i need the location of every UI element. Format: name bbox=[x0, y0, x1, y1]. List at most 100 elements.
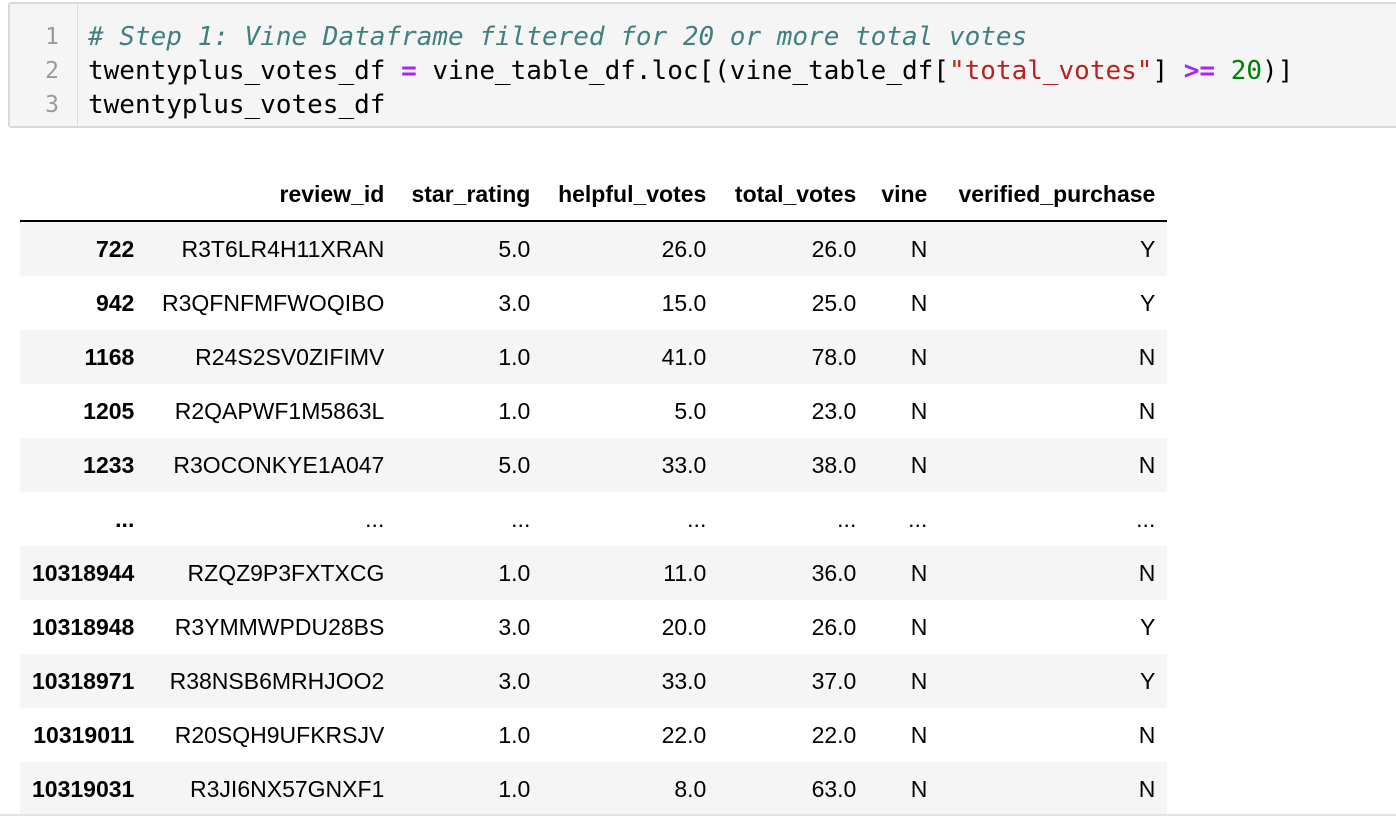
cell-star-rating: 3.0 bbox=[498, 667, 531, 694]
cell-star-rating: 1.0 bbox=[498, 721, 531, 748]
cell-star-rating: 1.0 bbox=[498, 397, 531, 424]
cell-star-rating: 1.0 bbox=[498, 343, 531, 370]
cell-verified-purchase: N bbox=[1138, 559, 1156, 586]
cell-helpful-votes: 33.0 bbox=[661, 451, 707, 478]
cell-review-id: R20SQH9UFKRSJV bbox=[174, 721, 385, 748]
cell-star-rating: 1.0 bbox=[498, 559, 531, 586]
cell-total-votes: ... bbox=[837, 505, 857, 532]
column-header-total-votes: total_votes bbox=[718, 168, 869, 222]
cell-star-rating: 5.0 bbox=[498, 451, 531, 478]
line-number-gutter: 1 2 3 bbox=[10, 4, 78, 126]
table-row: 10319031 R3JI6NX57GNXF1 1.0 8.0 63.0 N N bbox=[20, 762, 1168, 816]
cell-star-rating: 3.0 bbox=[498, 613, 531, 640]
cell-verified-purchase: N bbox=[1138, 721, 1156, 748]
table-row: 1233 R3OCONKYE1A047 5.0 33.0 38.0 N N bbox=[20, 438, 1168, 492]
cell-verified-purchase: N bbox=[1138, 343, 1156, 370]
cell-helpful-votes: 8.0 bbox=[674, 775, 707, 802]
cell-verified-purchase: N bbox=[1138, 775, 1156, 802]
row-index: 1233 bbox=[83, 451, 135, 478]
code-line-2[interactable]: twentyplus_votes_df = vine_table_df.loc[… bbox=[88, 54, 1293, 88]
cell-review-id: R3QFNFMFWOQIBO bbox=[162, 289, 385, 316]
cell-vine: N bbox=[910, 235, 928, 262]
cell-vine: N bbox=[910, 343, 928, 370]
cell-vine: N bbox=[910, 775, 928, 802]
cell-star-rating: ... bbox=[511, 505, 531, 532]
table-row: 10318971 R38NSB6MRHJOO2 3.0 33.0 37.0 N Y bbox=[20, 654, 1168, 708]
code-editor[interactable]: # Step 1: Vine Dataframe filtered for 20… bbox=[78, 4, 1293, 126]
cell-review-id: R3JI6NX57GNXF1 bbox=[190, 775, 385, 802]
row-index: 10318948 bbox=[32, 613, 135, 640]
cell-review-id: R3T6LR4H11XRAN bbox=[181, 235, 385, 262]
cell-total-votes: 26.0 bbox=[811, 235, 857, 262]
cell-helpful-votes: 41.0 bbox=[661, 343, 707, 370]
line-number: 1 bbox=[45, 24, 59, 50]
column-header-vine: vine bbox=[868, 168, 940, 222]
cell-helpful-votes: 11.0 bbox=[663, 559, 707, 586]
row-index: ... bbox=[115, 505, 135, 532]
cell-total-votes: 23.0 bbox=[811, 397, 857, 424]
cell-star-rating: 3.0 bbox=[498, 289, 531, 316]
cell-total-votes: 36.0 bbox=[811, 559, 857, 586]
cell-vine: N bbox=[910, 559, 928, 586]
cell-verified-purchase: ... bbox=[1136, 505, 1156, 532]
cell-vine: N bbox=[910, 397, 928, 424]
table-row: 942 R3QFNFMFWOQIBO 3.0 15.0 25.0 N Y bbox=[20, 276, 1168, 330]
cell-verified-purchase: N bbox=[1138, 451, 1156, 478]
table-header-row: review_id star_rating helpful_votes tota… bbox=[20, 168, 1168, 222]
cell-verified-purchase: Y bbox=[1140, 667, 1156, 694]
column-header-helpful-votes: helpful_votes bbox=[542, 168, 719, 222]
row-index: 722 bbox=[95, 235, 135, 262]
cell-total-votes: 78.0 bbox=[811, 343, 857, 370]
code-expression: ] bbox=[1152, 56, 1184, 86]
code-variable: twentyplus_votes_df bbox=[88, 56, 402, 86]
code-compare-operator: >= bbox=[1183, 56, 1216, 86]
line-number: 3 bbox=[45, 92, 59, 118]
table-row: 722 R3T6LR4H11XRAN 5.0 26.0 26.0 N Y bbox=[20, 221, 1168, 276]
cell-star-rating: 5.0 bbox=[498, 235, 531, 262]
cell-helpful-votes: 5.0 bbox=[674, 397, 707, 424]
cell-review-id: RZQZ9P3FXTXCG bbox=[187, 559, 385, 586]
cell-verified-purchase: Y bbox=[1140, 613, 1156, 640]
dataframe-output: review_id star_rating helpful_votes tota… bbox=[20, 168, 1168, 816]
cell-helpful-votes: 33.0 bbox=[661, 667, 707, 694]
cell-total-votes: 37.0 bbox=[811, 667, 857, 694]
column-header-star-rating: star_rating bbox=[396, 168, 543, 222]
code-input-cell[interactable]: 1 2 3 # Step 1: Vine Dataframe filtered … bbox=[8, 2, 1396, 128]
cell-vine: ... bbox=[908, 505, 928, 532]
cell-helpful-votes: 22.0 bbox=[661, 721, 707, 748]
cell-helpful-votes: 15.0 bbox=[661, 289, 707, 316]
table-row: 10318944 RZQZ9P3FXTXCG 1.0 11.0 36.0 N N bbox=[20, 546, 1168, 600]
cell-vine: N bbox=[910, 613, 928, 640]
cell-verified-purchase: Y bbox=[1140, 235, 1156, 262]
code-line-3[interactable]: twentyplus_votes_df bbox=[88, 88, 1293, 122]
code-string: "total_votes" bbox=[948, 56, 1153, 86]
line-number: 2 bbox=[45, 58, 59, 84]
cell-vine: N bbox=[910, 451, 928, 478]
row-index: 10319011 bbox=[33, 721, 135, 748]
code-expression: )] bbox=[1262, 56, 1294, 86]
table-row: 10318948 R3YMMWPDU28BS 3.0 20.0 26.0 N Y bbox=[20, 600, 1168, 654]
cell-helpful-votes: ... bbox=[687, 505, 707, 532]
code-number: 20 bbox=[1230, 56, 1263, 86]
code-variable: twentyplus_votes_df bbox=[88, 90, 386, 120]
cell-total-votes: 26.0 bbox=[811, 613, 857, 640]
table-row: 10319011 R20SQH9UFKRSJV 1.0 22.0 22.0 N N bbox=[20, 708, 1168, 762]
row-index: 10319031 bbox=[32, 775, 135, 802]
row-index: 10318971 bbox=[32, 667, 135, 694]
cell-star-rating: 1.0 bbox=[498, 775, 531, 802]
code-line-1[interactable]: # Step 1: Vine Dataframe filtered for 20… bbox=[88, 20, 1293, 54]
cell-total-votes: 25.0 bbox=[811, 289, 857, 316]
cell-total-votes: 22.0 bbox=[811, 721, 857, 748]
output-divider bbox=[0, 814, 1396, 816]
cell-vine: N bbox=[910, 289, 928, 316]
table-row: 1168 R24S2SV0ZIFIMV 1.0 41.0 78.0 N N bbox=[20, 330, 1168, 384]
cell-helpful-votes: 20.0 bbox=[661, 613, 707, 640]
cell-review-id: R38NSB6MRHJOO2 bbox=[169, 667, 385, 694]
code-comment: # Step 1: Vine Dataframe filtered for 20… bbox=[88, 22, 1028, 52]
row-index: 1205 bbox=[83, 397, 135, 424]
cell-review-id: R24S2SV0ZIFIMV bbox=[195, 343, 385, 370]
cell-total-votes: 38.0 bbox=[811, 451, 857, 478]
row-index: 10318944 bbox=[32, 559, 135, 586]
index-header bbox=[20, 168, 147, 222]
